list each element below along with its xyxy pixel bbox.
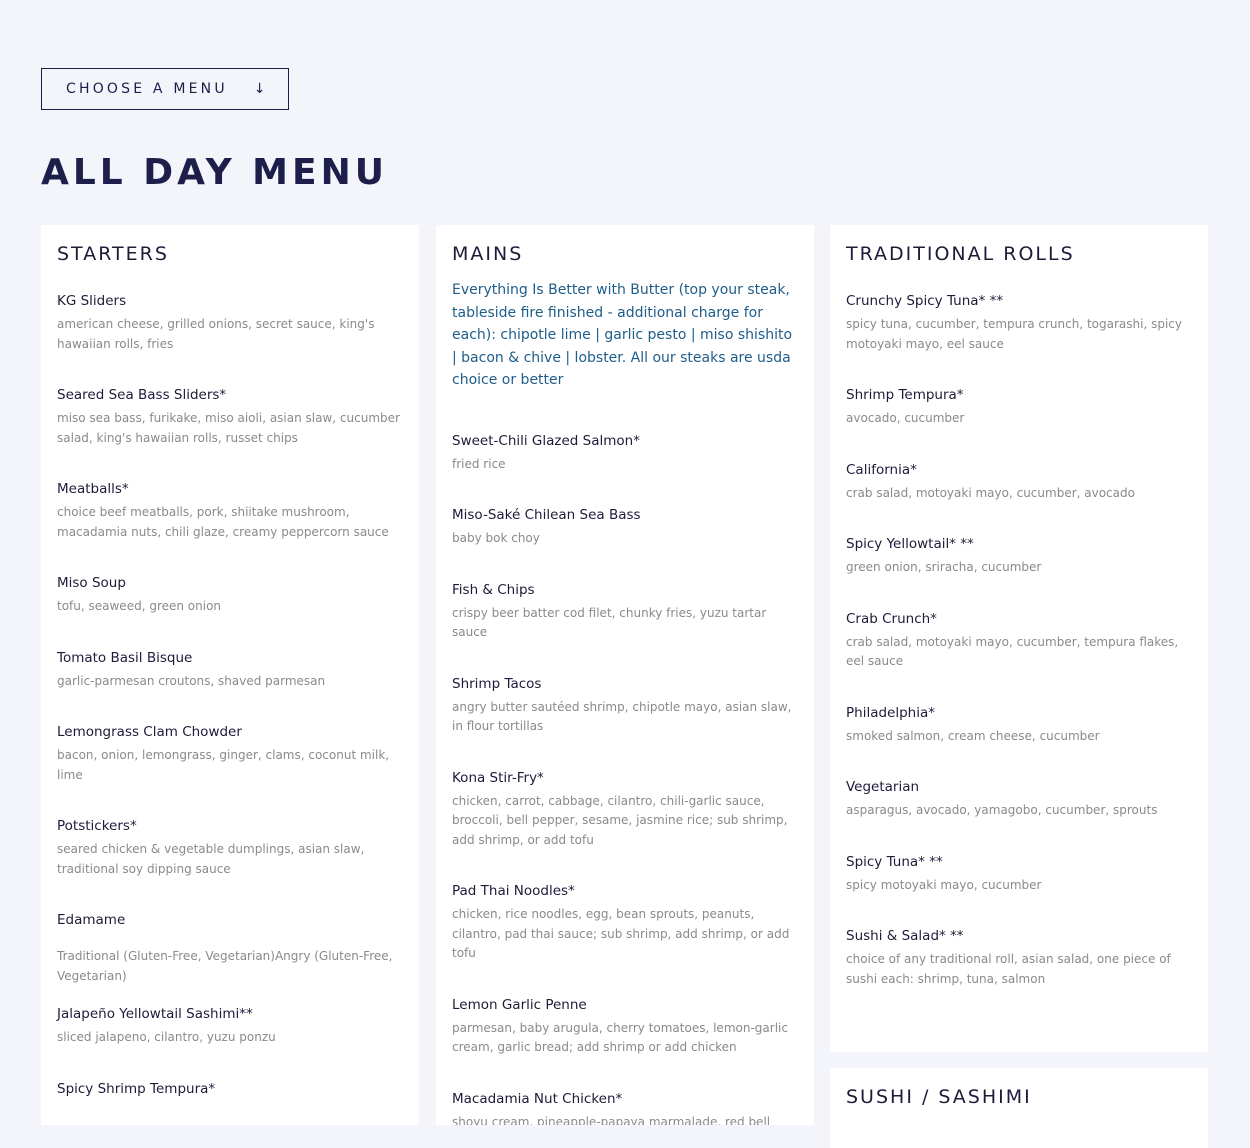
menu-item-name: Spicy Tuna* ** bbox=[846, 853, 943, 870]
menu-item-name: Spicy Yellowtail* ** bbox=[846, 536, 974, 552]
choose-menu-label: CHOOSE A MENU bbox=[66, 81, 228, 97]
menu-item: Jalapeño Yellowtail Sashimi** sliced jal… bbox=[57, 1005, 403, 1048]
menu-item-description: Traditional (Gluten-Free, Vegetarian)Ang… bbox=[57, 949, 393, 983]
sushi-sashimi-section: SUSHI / SASHIMI bbox=[830, 1068, 1208, 1148]
starters-list: KG Sliders american cheese, grilled onio… bbox=[57, 292, 403, 1098]
menu-item-description: choice beef meatballs, pork, shiitake mu… bbox=[57, 505, 389, 539]
menu-item-description: crab salad, motoyaki mayo, cucumber, avo… bbox=[846, 485, 1135, 500]
menu-item: Miso-Saké Chilean Sea Bass baby bok choy bbox=[452, 506, 798, 549]
menu-item-name: Potstickers* bbox=[57, 818, 137, 834]
mains-section: MAINS Everything Is Better with Butter (… bbox=[436, 225, 814, 1125]
menu-item-description: spicy motoyaki mayo, cucumber bbox=[846, 877, 1042, 892]
menu-item: Tomato Basil Bisque garlic-parmesan crou… bbox=[57, 649, 403, 692]
menu-item-name: Lemongrass Clam Chowder bbox=[57, 724, 242, 740]
menu-item-description: crab salad, motoyaki mayo, cucumber, tem… bbox=[846, 634, 1179, 669]
menu-item-description: green onion, sriracha, cucumber bbox=[846, 560, 1042, 574]
menu-item-description: tofu, seaweed, green onion bbox=[57, 599, 222, 613]
menu-item: Kona Stir-Fry* chicken, carrot, cabbage,… bbox=[452, 769, 798, 851]
menu-item-description: american cheese, grilled onions, secret … bbox=[57, 317, 375, 351]
menu-item-name: Fish & Chips bbox=[452, 581, 535, 598]
menu-item-name: Sushi & Salad* ** bbox=[846, 928, 964, 944]
traditional-rolls-section: TRADITIONAL ROLLS Crunchy Spicy Tuna* **… bbox=[830, 225, 1208, 1052]
menu-item: Fish & Chips crispy beer batter cod file… bbox=[452, 581, 798, 643]
menu-item-description: smoked salmon, cream cheese, cucumber bbox=[846, 728, 1100, 743]
mains-list: Sweet-Chili Glazed Salmon* fried rice Mi… bbox=[452, 432, 798, 1126]
menu-item: California* crab salad, motoyaki mayo, c… bbox=[846, 461, 1192, 504]
menu-item-name: Sweet-Chili Glazed Salmon* bbox=[452, 432, 640, 449]
mains-intro: Everything Is Better with Butter (top yo… bbox=[452, 282, 793, 388]
menu-item-name: Shrimp Tempura* bbox=[846, 387, 964, 403]
arrow-down-icon: ↓ bbox=[253, 81, 266, 97]
menu-item-name: Philadelphia* bbox=[846, 704, 935, 721]
menu-item: Spicy Yellowtail* ** green onion, srirac… bbox=[846, 535, 1192, 578]
menu-item: Sushi & Salad* ** choice of any traditio… bbox=[846, 927, 1192, 989]
menu-item-name: Seared Sea Bass Sliders* bbox=[57, 387, 227, 403]
menu-item-description: seared chicken & vegetable dumplings, as… bbox=[57, 842, 365, 876]
menu-item-name: Meatballs* bbox=[57, 481, 129, 497]
menu-item-name: Tomato Basil Bisque bbox=[57, 649, 193, 666]
menu-item-description: crispy beer batter cod filet, chunky fri… bbox=[452, 605, 767, 640]
menu-item-description: choice of any traditional roll, asian sa… bbox=[846, 952, 1171, 986]
menu-item-description: chicken, carrot, cabbage, cilantro, chil… bbox=[452, 793, 788, 847]
menu-item: KG Sliders american cheese, grilled onio… bbox=[57, 292, 403, 354]
menu-item-name: Spicy Shrimp Tempura* bbox=[57, 1080, 216, 1097]
menu-item-description: bacon, onion, lemongrass, ginger, clams,… bbox=[57, 748, 390, 782]
menu-item: Miso Soup tofu, seaweed, green onion bbox=[57, 574, 403, 617]
menu-item-description: baby bok choy bbox=[452, 531, 540, 545]
menu-item-name: Shrimp Tacos bbox=[452, 675, 542, 692]
menu-item-name: Pad Thai Noodles* bbox=[452, 883, 575, 899]
menu-item-description: angry butter sautéed shrimp, chipotle ma… bbox=[452, 699, 792, 734]
section-title-sushi-sashimi: SUSHI / SASHIMI bbox=[846, 1086, 1032, 1108]
menu-item-name: Edamame bbox=[57, 912, 126, 928]
menu-item: Meatballs* choice beef meatballs, pork, … bbox=[57, 480, 403, 542]
traditional-rolls-list: Crunchy Spicy Tuna* ** spicy tuna, cucum… bbox=[846, 292, 1192, 989]
menu-item: Sweet-Chili Glazed Salmon* fried rice bbox=[452, 432, 798, 475]
section-title-starters: STARTERS bbox=[57, 243, 169, 265]
menu-item-name: Kona Stir-Fry* bbox=[452, 769, 544, 786]
menu-item-description: miso sea bass, furikake, miso aioli, asi… bbox=[57, 411, 400, 445]
menu-item: Lemon Garlic Penne parmesan, baby arugul… bbox=[452, 996, 798, 1058]
menu-item: Spicy Tuna* ** spicy motoyaki mayo, cucu… bbox=[846, 853, 1192, 896]
menu-item: Shrimp Tempura* avocado, cucumber bbox=[846, 386, 1192, 429]
menu-item: Seared Sea Bass Sliders* miso sea bass, … bbox=[57, 386, 403, 448]
menu-item-description: parmesan, baby arugula, cherry tomatoes,… bbox=[452, 1020, 788, 1055]
menu-item: Crunchy Spicy Tuna* ** spicy tuna, cucum… bbox=[846, 292, 1192, 354]
menu-item-description: garlic-parmesan croutons, shaved parmesa… bbox=[57, 673, 326, 688]
menu-item-description: fried rice bbox=[452, 456, 506, 471]
menu-item-description: spicy tuna, cucumber, tempura crunch, to… bbox=[846, 317, 1182, 351]
menu-item-name: Jalapeño Yellowtail Sashimi** bbox=[57, 1006, 253, 1022]
menu-item: Spicy Shrimp Tempura* bbox=[57, 1080, 403, 1098]
menu-item: Lemongrass Clam Chowder bacon, onion, le… bbox=[57, 723, 403, 785]
menu-item-name: Vegetarian bbox=[846, 779, 920, 795]
menu-item-description: avocado, cucumber bbox=[846, 411, 965, 425]
section-title-mains: MAINS bbox=[452, 243, 524, 265]
menu-item-description: chicken, rice noodles, egg, bean sprouts… bbox=[452, 907, 790, 960]
menu-item: Crab Crunch* crab salad, motoyaki mayo, … bbox=[846, 610, 1192, 672]
starters-section: STARTERS KG Sliders american cheese, gri… bbox=[41, 225, 419, 1125]
menu-item-name: KG Sliders bbox=[57, 293, 127, 309]
menu-item-name: Miso Soup bbox=[57, 575, 126, 591]
menu-item-name: Macadamia Nut Chicken* bbox=[452, 1090, 623, 1107]
menu-item-description: sliced jalapeno, cilantro, yuzu ponzu bbox=[57, 1030, 276, 1044]
menu-item: Shrimp Tacos angry butter sautéed shrimp… bbox=[452, 675, 798, 737]
menu-item: Vegetarian asparagus, avocado, yamagobo,… bbox=[846, 778, 1192, 821]
menu-item-name: Miso-Saké Chilean Sea Bass bbox=[452, 507, 641, 523]
menu-item: Potstickers* seared chicken & vegetable … bbox=[57, 817, 403, 879]
menu-item-name: California* bbox=[846, 461, 917, 478]
menu-item: Macadamia Nut Chicken* shoyu cream, pine… bbox=[452, 1090, 798, 1126]
page-title: ALL DAY MENU bbox=[41, 152, 388, 193]
menu-item: Edamame Traditional (Gluten-Free, Vegeta… bbox=[57, 911, 403, 986]
section-title-traditional-rolls: TRADITIONAL ROLLS bbox=[846, 243, 1075, 265]
menu-item-name: Crunchy Spicy Tuna* ** bbox=[846, 293, 1004, 309]
menu-item-description: asparagus, avocado, yamagobo, cucumber, … bbox=[846, 803, 1158, 817]
menu-item-name: Crab Crunch* bbox=[846, 610, 937, 627]
menu-item-name: Lemon Garlic Penne bbox=[452, 996, 587, 1013]
menu-item: Philadelphia* smoked salmon, cream chees… bbox=[846, 704, 1192, 747]
choose-menu-button[interactable]: CHOOSE A MENU ↓ bbox=[41, 68, 289, 110]
menu-item: Pad Thai Noodles* chicken, rice noodles,… bbox=[452, 882, 798, 964]
